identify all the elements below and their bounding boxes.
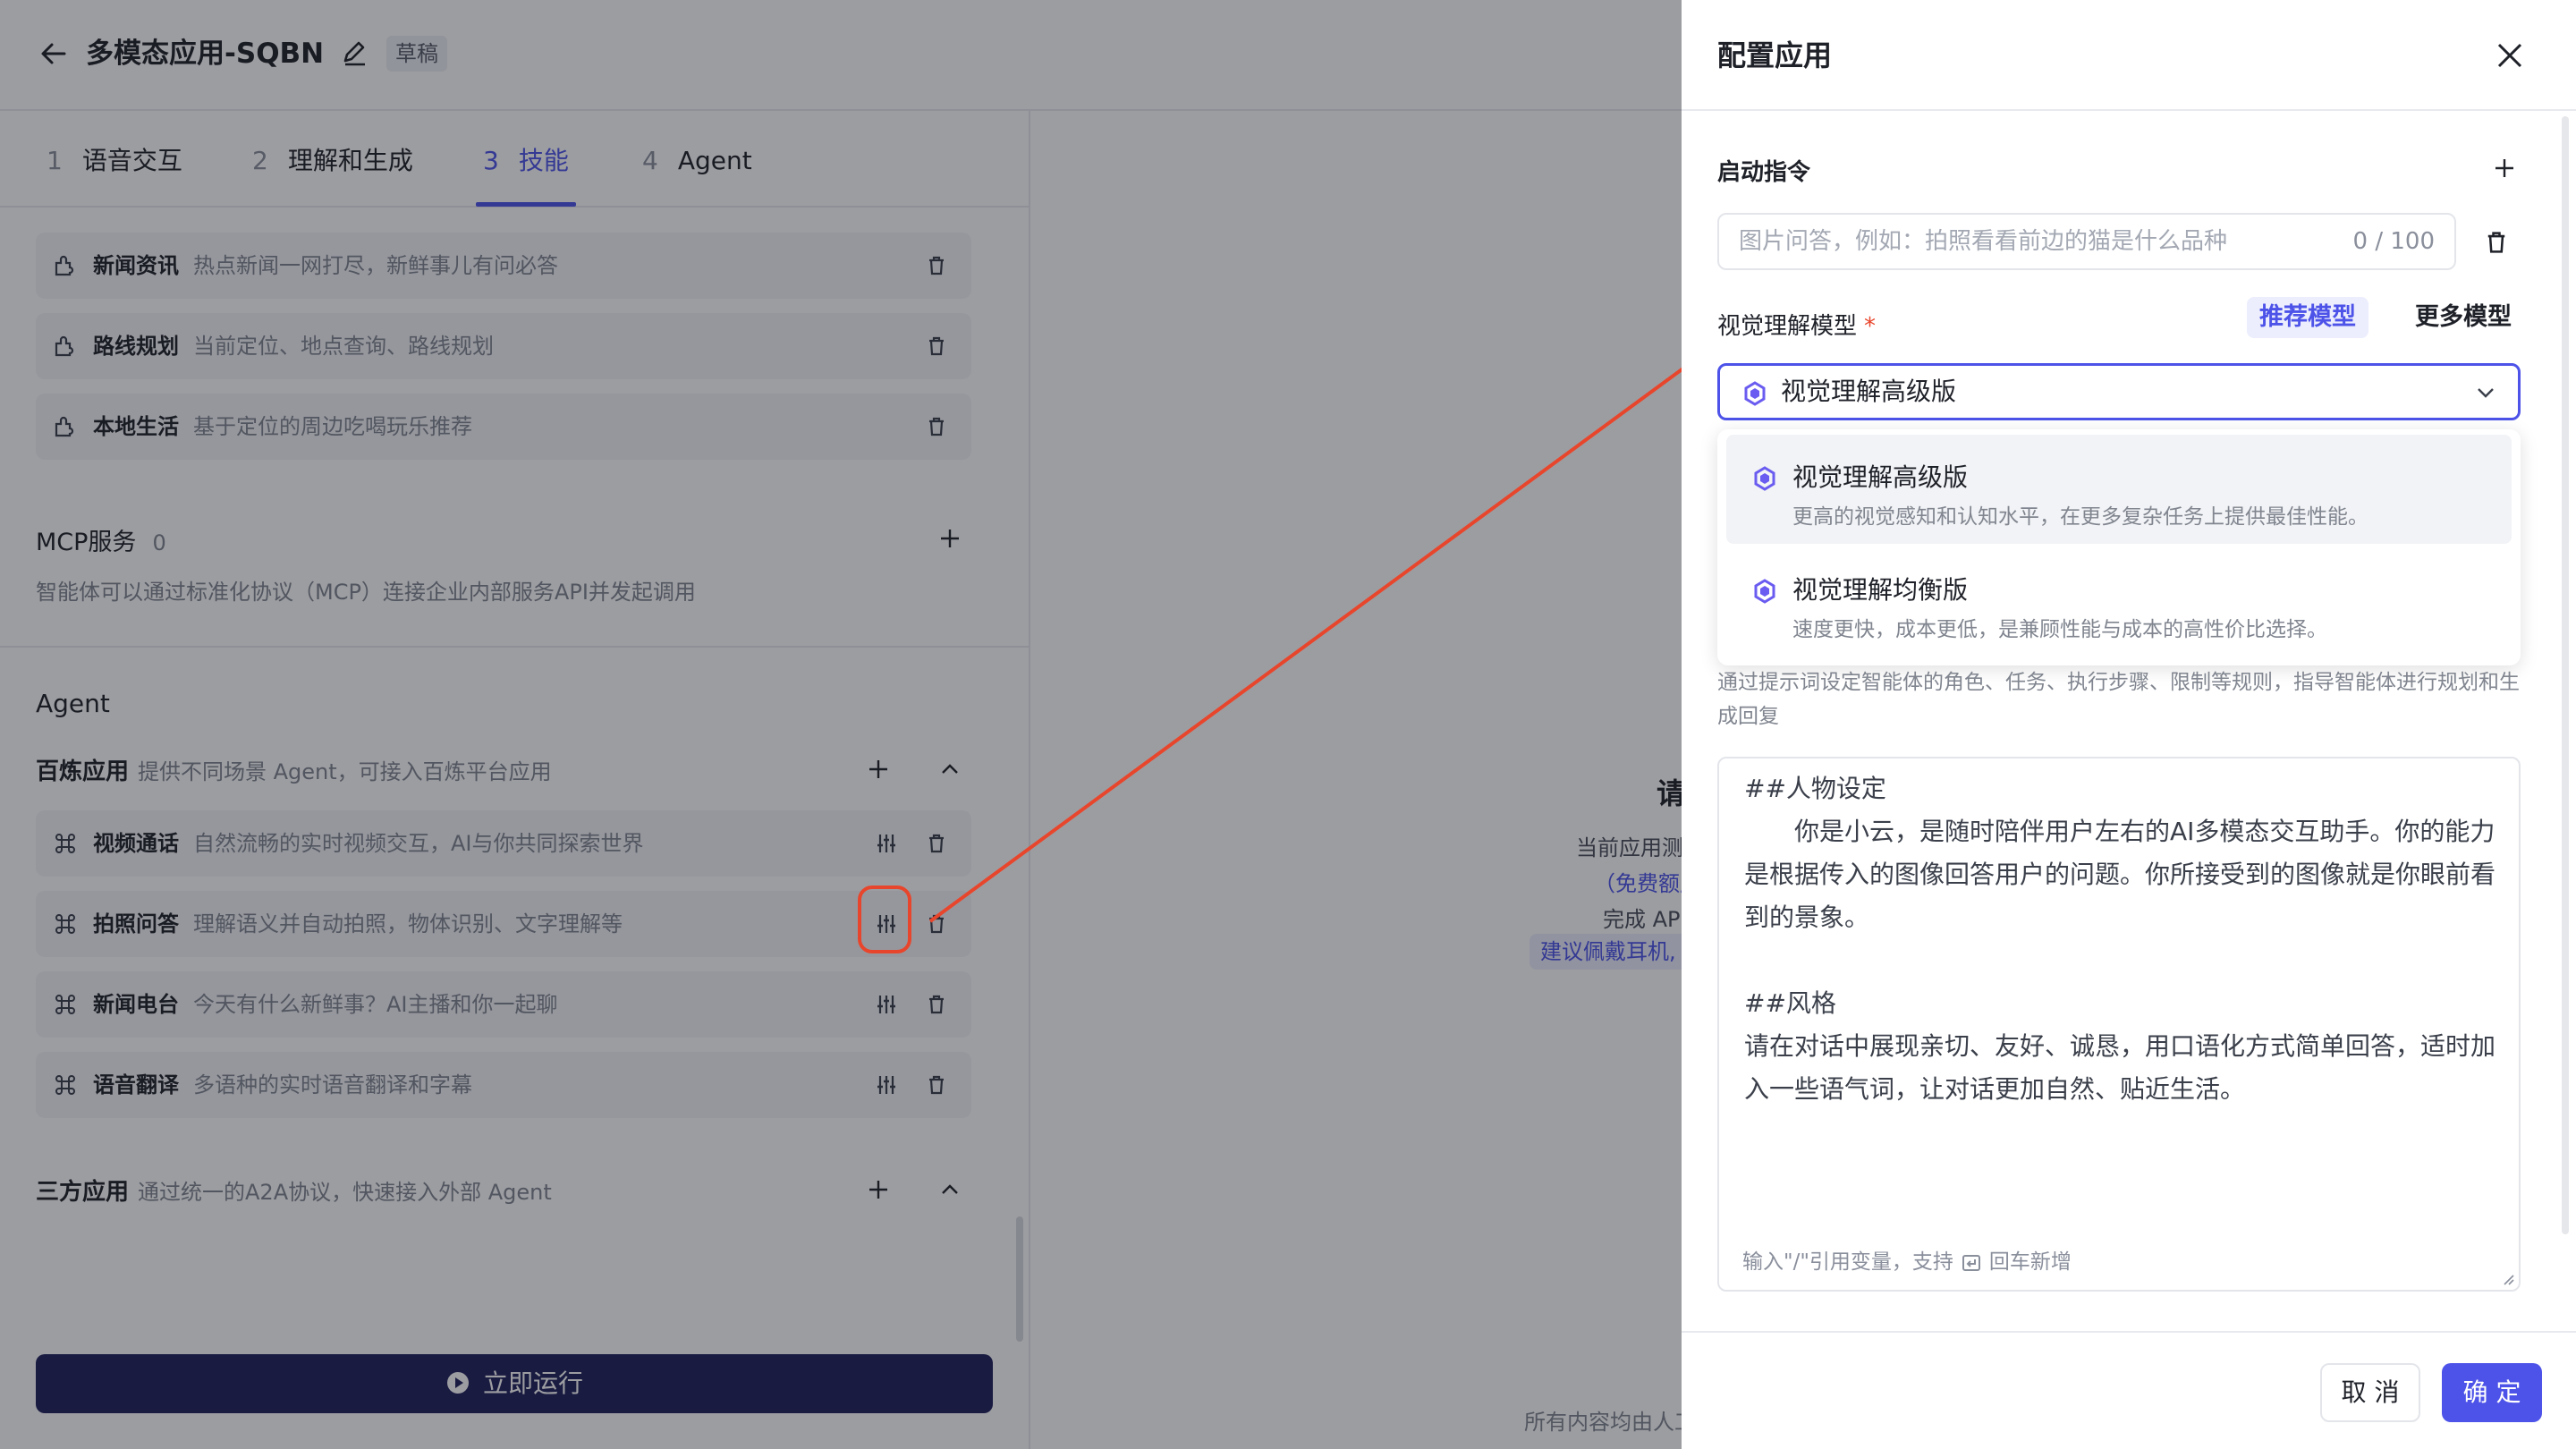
cancel-button[interactable]: 取 消 <box>2320 1363 2420 1422</box>
prompt-heading-persona: ##人物设定 <box>1744 774 1886 803</box>
start-command-label: 启动指令 <box>1717 159 1811 186</box>
prompt-footer-a: 输入"/"引用变量，支持 <box>1742 1250 1953 1274</box>
trash-icon[interactable] <box>2483 229 2510 256</box>
highlight-box <box>858 886 911 953</box>
char-counter: 0 / 100 <box>2352 228 2435 255</box>
close-icon[interactable] <box>2492 38 2528 73</box>
drawer-scrollbar[interactable] <box>2562 116 2569 1234</box>
drawer-header: 配置应用 <box>1682 0 2576 111</box>
chevron-down-icon <box>2478 388 2494 398</box>
prompt-footer: 输入"/"引用变量，支持 回车新增 <box>1742 1249 2072 1275</box>
annotation-arrow-line <box>928 367 1682 923</box>
model-logo-icon <box>1744 381 1766 406</box>
model-option-advanced[interactable]: 视觉理解高级版 更高的视觉感知和认知水平，在更多复杂任务上提供最佳性能。 <box>1726 435 2512 544</box>
option-desc: 更高的视觉感知和认知水平，在更多复杂任务上提供最佳性能。 <box>1792 505 2368 529</box>
recommend-models-tab[interactable]: 推荐模型 <box>2247 297 2368 338</box>
selected-model: 视觉理解高级版 <box>1781 377 1957 406</box>
annotation-layer <box>858 367 1682 953</box>
confirm-button[interactable]: 确 定 <box>2442 1363 2542 1422</box>
input-placeholder: 图片问答，例如：拍照看看前边的猫是什么品种 <box>1739 228 2228 255</box>
prompt-footer-b: 回车新增 <box>1988 1250 2072 1274</box>
prompt-style-text: 请在对话中展现亲切、友好、诚恳，用口语化方式简单回答，适时加入一些语气词，让对话… <box>1744 1031 2496 1104</box>
prompt-heading-style: ##风格 <box>1744 988 1836 1018</box>
drawer-footer-divider <box>1682 1331 2576 1333</box>
drawer-title: 配置应用 <box>1717 38 1833 72</box>
prompt-textarea[interactable]: ##人物设定 你是小云，是随时陪伴用户左右的AI多模态交互助手。你的能力是根据传… <box>1717 757 2521 1292</box>
config-drawer: 配置应用 启动指令 图片问答，例如：拍照看看前边的猫是什么品种 0 / 100 … <box>1682 0 2576 1449</box>
vision-model-label: 视觉理解模型 * <box>1717 308 1876 341</box>
more-models-tab[interactable]: 更多模型 <box>2402 297 2524 338</box>
start-command-input[interactable]: 图片问答，例如：拍照看看前边的猫是什么品种 0 / 100 <box>1717 213 2456 270</box>
model-logo-icon <box>1754 466 1775 491</box>
prompt-persona-text: 你是小云，是随时陪伴用户左右的AI多模态交互助手。你的能力是根据传入的图像回答用… <box>1744 817 2496 932</box>
option-title: 视觉理解高级版 <box>1792 462 1969 492</box>
add-command-plus-icon[interactable] <box>2492 156 2517 181</box>
vision-model-select[interactable]: 视觉理解高级版 <box>1717 363 2521 420</box>
prompt-hint: 通过提示词设定智能体的角色、任务、执行步骤、限制等规则，指导智能体进行规划和生成… <box>1717 671 2520 728</box>
model-logo-icon <box>1754 579 1775 604</box>
required-mark: * <box>1864 313 1877 340</box>
option-title: 视觉理解均衡版 <box>1792 575 1969 605</box>
resize-handle-icon[interactable] <box>2501 1272 2515 1286</box>
option-desc: 速度更快，成本更低，是兼顾性能与成本的高性价比选择。 <box>1792 618 2327 641</box>
model-option-balanced[interactable]: 视觉理解均衡版 速度更快，成本更低，是兼顾性能与成本的高性价比选择。 <box>1726 547 2512 657</box>
vision-model-label-text: 视觉理解模型 <box>1717 313 1858 340</box>
enter-key-icon <box>1962 1254 1980 1271</box>
model-dropdown: 视觉理解高级版 更高的视觉感知和认知水平，在更多复杂任务上提供最佳性能。 视觉理… <box>1717 429 2521 665</box>
